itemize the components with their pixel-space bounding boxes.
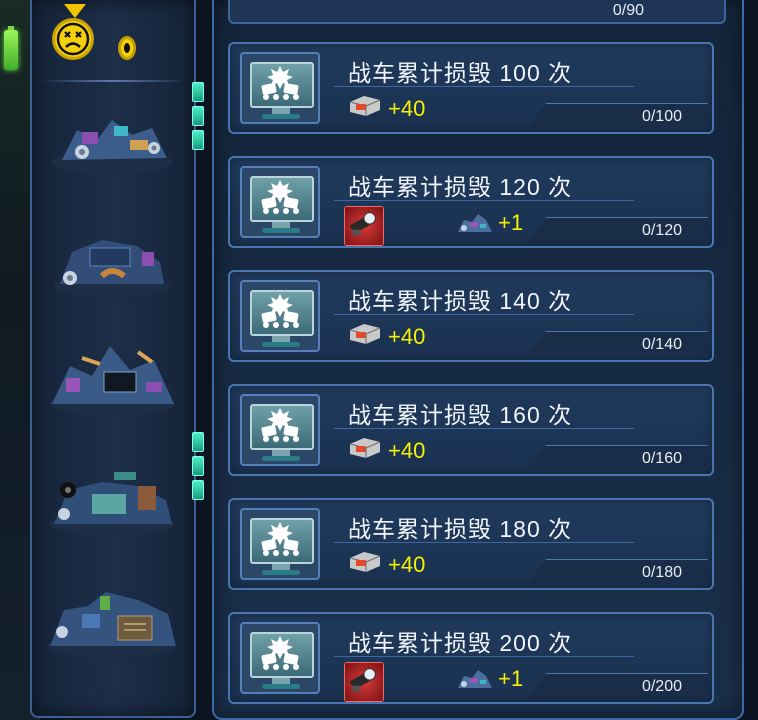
wreck-pile-5-icon[interactable] bbox=[42, 580, 182, 660]
parts-chip-icon bbox=[348, 94, 382, 118]
achievement-title: 战车累计损毁 180 次 bbox=[348, 516, 573, 542]
progress-box: 0/160 bbox=[528, 445, 708, 470]
divider bbox=[40, 80, 186, 82]
destroyed-vehicle-monitor-icon bbox=[240, 166, 320, 238]
divider bbox=[334, 86, 634, 87]
wreck-pile-icon bbox=[456, 668, 494, 690]
reward-amount: +1 bbox=[498, 210, 524, 235]
divider bbox=[334, 656, 634, 657]
progress-box: 0/120 bbox=[528, 217, 708, 242]
weapon-item-icon[interactable] bbox=[344, 206, 384, 246]
destroyed-vehicle-monitor-icon bbox=[240, 52, 320, 124]
progress-text: 0/100 bbox=[641, 108, 682, 125]
progress-text: 0/120 bbox=[641, 222, 682, 239]
destroyed-vehicle-monitor-icon bbox=[240, 394, 320, 466]
progress-box: 0/200 bbox=[528, 673, 708, 698]
reward-amount: +40 bbox=[388, 552, 426, 577]
wreck-pile-4-icon[interactable] bbox=[42, 460, 182, 540]
progress-box: 0/100 bbox=[528, 103, 708, 128]
achievement-title: 战车累计损毁 160 次 bbox=[348, 402, 573, 428]
divider bbox=[334, 314, 634, 315]
destroyed-vehicle-monitor-icon bbox=[240, 508, 320, 580]
reward-amount: +40 bbox=[388, 96, 426, 121]
progress-box: 0/180 bbox=[528, 559, 708, 584]
achievement-card[interactable]: 战车累计损毁 120 次 +1 0/120 bbox=[228, 156, 714, 248]
achievement-card-previous: 0/90 bbox=[228, 0, 726, 24]
progress-text: 0/200 bbox=[641, 678, 682, 695]
reward-amount: +1 bbox=[498, 666, 524, 691]
scroll-tab-lower[interactable] bbox=[192, 432, 206, 502]
progress-text: 0/160 bbox=[641, 450, 682, 467]
progress-text: 0/180 bbox=[641, 564, 682, 581]
parts-chip-icon bbox=[348, 322, 382, 346]
wreck-pile-1-icon[interactable] bbox=[42, 100, 182, 180]
scroll-tab-upper[interactable] bbox=[192, 82, 206, 152]
coin-icon bbox=[118, 36, 136, 60]
achievement-card[interactable]: 战车累计损毁 160 次 +40 0/160 bbox=[228, 384, 714, 476]
progress-box: 0/140 bbox=[528, 331, 708, 356]
achievement-title: 战车累计损毁 200 次 bbox=[348, 630, 573, 656]
wreck-pile-2-icon[interactable] bbox=[42, 222, 182, 302]
wreck-sidebar bbox=[30, 0, 196, 718]
reward-amount: +40 bbox=[388, 438, 426, 463]
dizzy-face-medal-icon[interactable] bbox=[52, 4, 98, 60]
achievement-title: 战车累计损毁 140 次 bbox=[348, 288, 573, 314]
divider bbox=[334, 200, 634, 201]
battery-icon bbox=[4, 26, 18, 70]
progress-text: 0/140 bbox=[641, 336, 682, 353]
achievement-card[interactable]: 战车累计损毁 180 次 +40 0/180 bbox=[228, 498, 714, 590]
destroyed-vehicle-monitor-icon bbox=[240, 622, 320, 694]
achievement-card[interactable]: 战车累计损毁 200 次 +1 0/200 bbox=[228, 612, 714, 704]
achievement-card[interactable]: 战车累计损毁 140 次 +40 0/140 bbox=[228, 270, 714, 362]
achievement-title: 战车累计损毁 120 次 bbox=[348, 174, 573, 200]
destroyed-vehicle-monitor-icon bbox=[240, 280, 320, 352]
wreck-pile-3-icon[interactable] bbox=[42, 338, 182, 418]
parts-chip-icon bbox=[348, 550, 382, 574]
wreck-pile-icon bbox=[456, 212, 494, 234]
parts-chip-icon bbox=[348, 436, 382, 460]
achievement-card[interactable]: 战车累计损毁 100 次 +40 0/100 bbox=[228, 42, 714, 134]
progress-text: 0/90 bbox=[612, 2, 644, 19]
achievement-title: 战车累计损毁 100 次 bbox=[348, 60, 573, 86]
divider bbox=[334, 542, 634, 543]
divider bbox=[334, 428, 634, 429]
reward-amount: +40 bbox=[388, 324, 426, 349]
weapon-item-icon[interactable] bbox=[344, 662, 384, 702]
